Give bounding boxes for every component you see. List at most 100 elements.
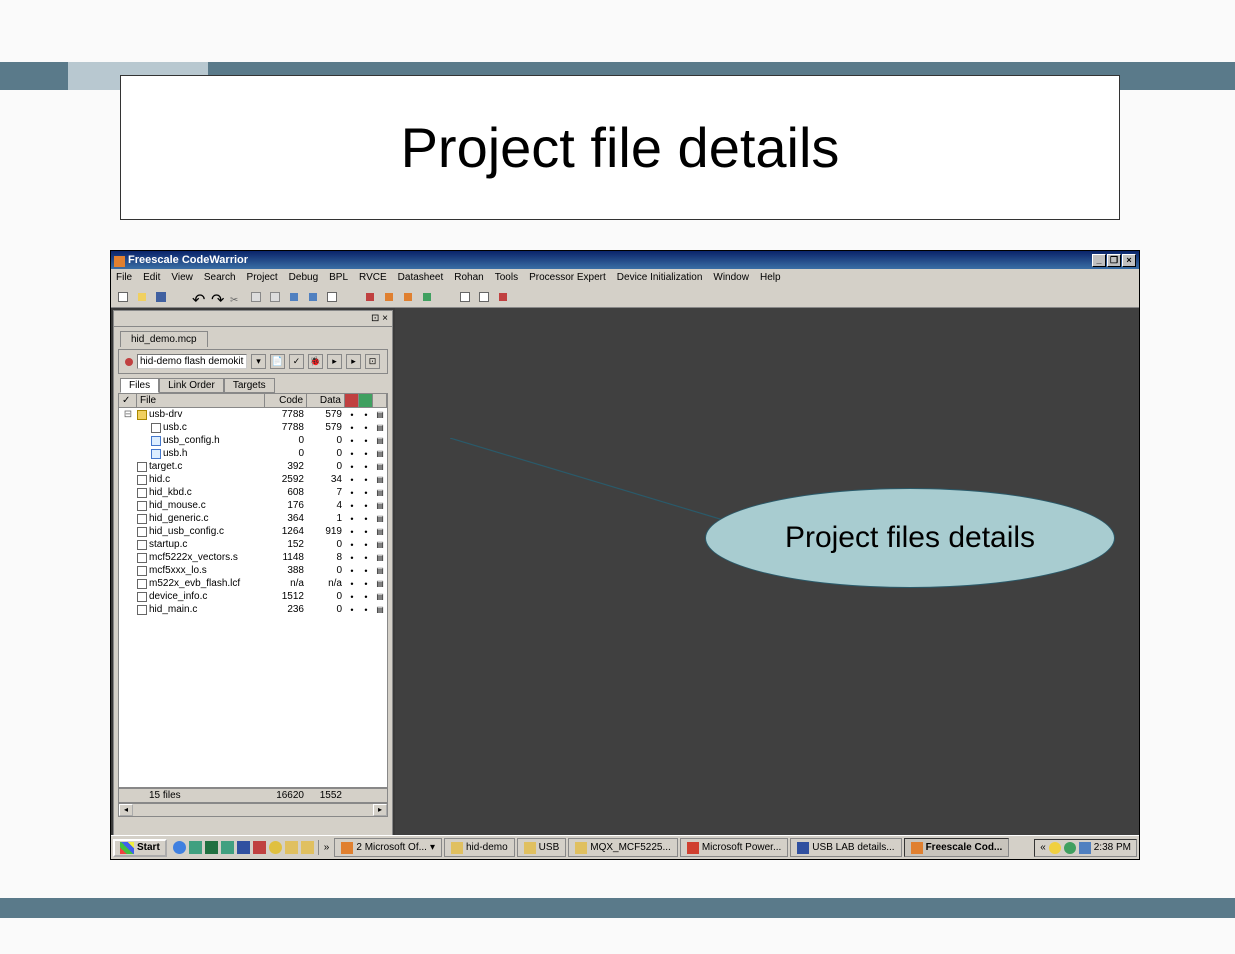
file-row[interactable]: target.c3920••▤ xyxy=(119,460,387,473)
tray-icon1[interactable] xyxy=(1049,842,1061,854)
file-menu-icon[interactable]: ▤ xyxy=(373,423,387,432)
file-row[interactable]: mcf5222x_vectors.s11488••▤ xyxy=(119,551,387,564)
menu-help[interactable]: Help xyxy=(760,272,781,283)
taskbar-item[interactable]: Freescale Cod... xyxy=(904,838,1010,857)
target-select[interactable]: hid-demo flash demokit xyxy=(137,354,247,369)
findnext-icon[interactable] xyxy=(305,289,321,305)
file-menu-icon[interactable]: ▤ xyxy=(373,449,387,458)
make-icon[interactable] xyxy=(400,289,416,305)
tb-extra1-icon[interactable] xyxy=(457,289,473,305)
panel-close-icon[interactable]: ⊡ × xyxy=(371,313,388,324)
file-row[interactable]: usb.h00••▤ xyxy=(119,447,387,460)
target-bug-icon[interactable]: 🐞 xyxy=(308,354,323,369)
file-row[interactable]: hid_main.c2360••▤ xyxy=(119,603,387,616)
build-icon[interactable] xyxy=(381,289,397,305)
file-row[interactable]: hid_kbd.c6087••▤ xyxy=(119,486,387,499)
col-code[interactable]: Code xyxy=(265,394,307,407)
project-tab[interactable]: hid_demo.mcp xyxy=(120,331,208,347)
tray-icon2[interactable] xyxy=(1064,842,1076,854)
taskbar-item[interactable]: MQX_MCF5225... xyxy=(568,838,678,857)
file-menu-icon[interactable]: ▤ xyxy=(373,436,387,445)
target-run-icon[interactable]: ▸ xyxy=(346,354,361,369)
taskbar-item[interactable]: USB LAB details... xyxy=(790,838,901,857)
ql-app2-icon[interactable] xyxy=(252,840,267,855)
file-menu-icon[interactable]: ▤ xyxy=(373,579,387,588)
start-button[interactable]: Start xyxy=(113,839,167,857)
ql-app3-icon[interactable] xyxy=(268,840,283,855)
ql-chevron-icon[interactable]: » xyxy=(321,842,333,853)
tab-files[interactable]: Files xyxy=(120,378,159,393)
file-menu-icon[interactable]: ▤ xyxy=(373,540,387,549)
scroll-left-icon[interactable]: ◂ xyxy=(119,804,133,816)
file-row[interactable]: m522x_evb_flash.lcfn/an/a••▤ xyxy=(119,577,387,590)
ql-folder2-icon[interactable] xyxy=(300,840,315,855)
menu-project[interactable]: Project xyxy=(247,272,278,283)
file-menu-icon[interactable]: ▤ xyxy=(373,553,387,562)
ql-folder-icon[interactable] xyxy=(284,840,299,855)
open-icon[interactable] xyxy=(134,289,150,305)
file-menu-icon[interactable]: ▤ xyxy=(373,527,387,536)
file-menu-icon[interactable]: ▤ xyxy=(373,410,387,419)
target-btn1-icon[interactable]: 📄 xyxy=(270,354,285,369)
file-row[interactable]: device_info.c15120••▤ xyxy=(119,590,387,603)
menu-datasheet[interactable]: Datasheet xyxy=(398,272,444,283)
col-target-icon[interactable] xyxy=(359,394,373,407)
file-row[interactable]: mcf5xxx_lo.s3880••▤ xyxy=(119,564,387,577)
target-build-icon[interactable]: ▸ xyxy=(327,354,342,369)
close-button[interactable]: × xyxy=(1122,254,1136,267)
file-menu-icon[interactable]: ▤ xyxy=(373,501,387,510)
menu-bpl[interactable]: BPL xyxy=(329,272,348,283)
ql-desktop-icon[interactable] xyxy=(188,840,203,855)
file-menu-icon[interactable]: ▤ xyxy=(373,592,387,601)
menu-view[interactable]: View xyxy=(171,272,193,283)
file-row[interactable]: hid_usb_config.c1264919••▤ xyxy=(119,525,387,538)
target-check-icon[interactable]: ✓ xyxy=(289,354,304,369)
tab-link-order[interactable]: Link Order xyxy=(159,378,224,393)
ql-app1-icon[interactable] xyxy=(220,840,235,855)
menu-edit[interactable]: Edit xyxy=(143,272,160,283)
ql-ie-icon[interactable] xyxy=(172,840,187,855)
taskbar-item[interactable]: hid-demo xyxy=(444,838,515,857)
tray-icon3[interactable] xyxy=(1079,842,1091,854)
file-row[interactable]: hid_mouse.c1764••▤ xyxy=(119,499,387,512)
ql-excel-icon[interactable] xyxy=(204,840,219,855)
file-row[interactable]: ⊟usb-drv7788579••▤ xyxy=(119,408,387,421)
tab-targets[interactable]: Targets xyxy=(224,378,275,393)
target-dropdown-icon[interactable]: ▾ xyxy=(251,354,266,369)
minimize-button[interactable]: _ xyxy=(1092,254,1106,267)
file-row[interactable]: usb.c7788579••▤ xyxy=(119,421,387,434)
tb-extra2-icon[interactable] xyxy=(476,289,492,305)
target-opt-icon[interactable]: ⊡ xyxy=(365,354,380,369)
ql-word-icon[interactable] xyxy=(236,840,251,855)
col-file[interactable]: File xyxy=(137,394,265,407)
file-menu-icon[interactable]: ▤ xyxy=(373,462,387,471)
redo-icon[interactable]: ↷ xyxy=(210,289,226,305)
menu-rvce[interactable]: RVCE xyxy=(359,272,387,283)
menu-device-init[interactable]: Device Initialization xyxy=(617,272,703,283)
taskbar-item[interactable]: Microsoft Power... xyxy=(680,838,788,857)
file-menu-icon[interactable]: ▤ xyxy=(373,605,387,614)
copy-icon[interactable] xyxy=(248,289,264,305)
taskbar-item[interactable]: 2 Microsoft Of... ▾ xyxy=(334,838,442,857)
col-debug-icon[interactable] xyxy=(345,394,359,407)
menu-rohan[interactable]: Rohan xyxy=(454,272,483,283)
col-check[interactable]: ✓ xyxy=(119,394,137,407)
file-row[interactable]: hid_generic.c3641••▤ xyxy=(119,512,387,525)
run-icon[interactable] xyxy=(419,289,435,305)
paste-icon[interactable] xyxy=(267,289,283,305)
tb-extra3-icon[interactable] xyxy=(495,289,511,305)
new-icon[interactable] xyxy=(115,289,131,305)
menu-window[interactable]: Window xyxy=(713,272,749,283)
file-menu-icon[interactable]: ▤ xyxy=(373,566,387,575)
menu-tools[interactable]: Tools xyxy=(495,272,518,283)
taskbar-item[interactable]: USB xyxy=(517,838,567,857)
file-menu-icon[interactable]: ▤ xyxy=(373,514,387,523)
save-icon[interactable] xyxy=(153,289,169,305)
file-menu-icon[interactable]: ▤ xyxy=(373,475,387,484)
tray-chevron-icon[interactable]: « xyxy=(1040,842,1046,853)
h-scrollbar[interactable]: ◂ ▸ xyxy=(118,803,388,817)
menu-file[interactable]: File xyxy=(116,272,132,283)
scroll-right-icon[interactable]: ▸ xyxy=(373,804,387,816)
menu-processor-expert[interactable]: Processor Expert xyxy=(529,272,606,283)
stop-icon[interactable] xyxy=(362,289,378,305)
